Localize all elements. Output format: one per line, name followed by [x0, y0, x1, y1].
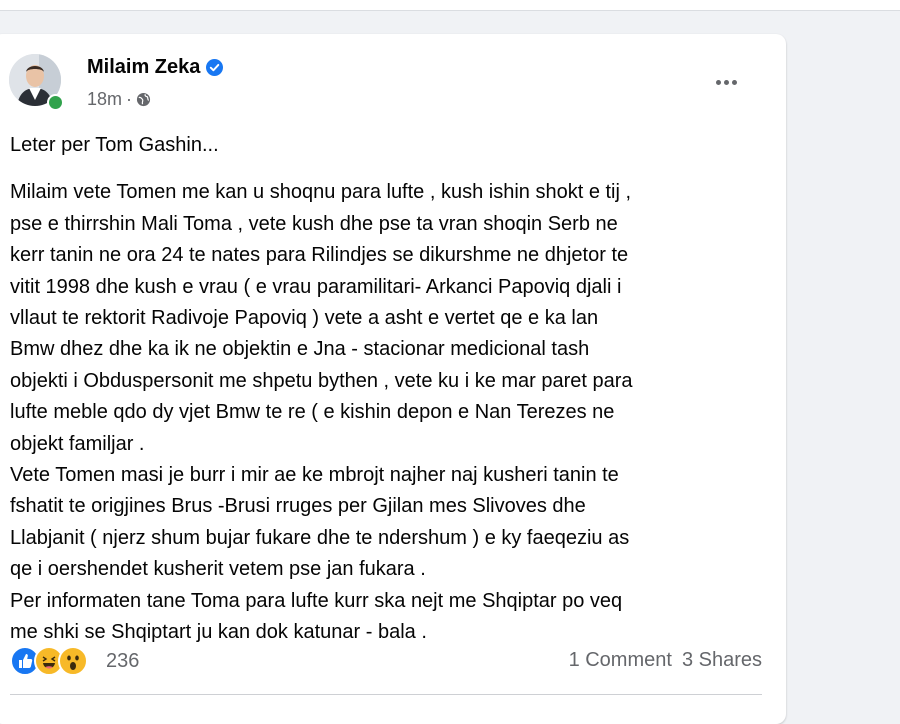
post-text-line: Bmw dhez dhe ka ik ne objektin e Jna - s… [10, 338, 590, 361]
dot-icon [731, 79, 737, 85]
post-author[interactable]: Milaim Zeka [87, 56, 224, 79]
top-bar [0, 0, 900, 11]
post-text-line: lufte meble qdo dy vjet Bmw te re ( e ki… [10, 401, 615, 424]
post-text-line: Per informaten tane Toma para lufte kurr… [10, 589, 623, 612]
shares-link[interactable]: 3 Shares [682, 649, 762, 672]
engagement-stats: 1 Comment 3 Shares [569, 649, 762, 672]
dot-icon [715, 79, 721, 85]
post-title-line: Leter per Tom Gashin... [10, 134, 219, 156]
reaction-count[interactable]: 236 [106, 650, 139, 673]
post-text-line: Vete Tomen masi je burr i mir ae ke mbro… [10, 464, 619, 487]
post-text-line: me shki se Shqiptart ju kan dok katunar … [10, 621, 427, 644]
post-text-line: Llabjanit ( njerz shum bujar fukare dhe … [10, 526, 630, 549]
dot-icon [723, 79, 729, 85]
more-options-button[interactable] [706, 70, 746, 94]
comments-link[interactable]: 1 Comment [569, 649, 672, 672]
verified-badge-icon [206, 59, 224, 76]
post-text: Leter per Tom Gashin... Milaim vete Tome… [10, 130, 762, 649]
post-text-line: objekt familjar . [10, 432, 145, 455]
post-text-line: objekti i Obduspersonit me shpetu bythen… [10, 369, 633, 392]
meta-separator: · [126, 89, 133, 109]
post-text-line: vllaut te rektorit Radivoje Papoviq ) ve… [10, 307, 599, 330]
divider [10, 694, 762, 695]
online-status-dot [47, 94, 64, 111]
post-card: Milaim Zeka 18m · Leter per Tom Gashin..… [0, 34, 786, 724]
post-text-line: Milaim vete Tomen me kan u shoqnu para l… [10, 181, 632, 204]
post-text-line: qe i oershendet kusherit vetem pse jan f… [10, 558, 426, 581]
post-text-line: vitit 1998 dhe kush e vrau ( e vrau para… [10, 275, 622, 298]
author-name[interactable]: Milaim Zeka [87, 56, 200, 79]
globe-icon [136, 92, 151, 107]
post-timestamp[interactable]: 18m [87, 89, 122, 110]
post-text-line: pse e thirrshin Mali Toma , vete kush dh… [10, 212, 618, 235]
reactions-summary[interactable]: 236 [10, 646, 139, 676]
post-meta: 18m · [87, 89, 151, 110]
post-text-line: fshatit te origjines Brus -Brusi rruges … [10, 495, 586, 518]
post-text-line: kerr tanin ne ora 24 te nates para Rilin… [10, 244, 629, 267]
wow-icon [58, 646, 88, 676]
